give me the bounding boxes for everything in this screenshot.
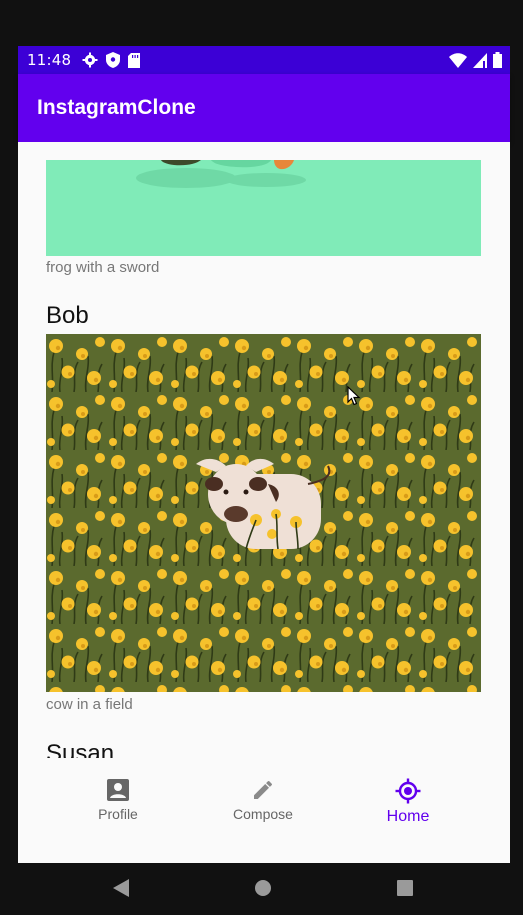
nav-home[interactable]: Home xyxy=(348,778,468,826)
settings-icon xyxy=(82,52,98,68)
gps-target-icon xyxy=(395,778,421,804)
post-caption: frog with a sword xyxy=(46,259,160,276)
nav-compose-label: Compose xyxy=(233,806,293,822)
battery-icon xyxy=(493,52,502,68)
nav-profile[interactable]: Profile xyxy=(58,778,178,822)
signal-icon xyxy=(473,52,487,68)
nav-compose[interactable]: Compose xyxy=(203,778,323,822)
nav-home-label: Home xyxy=(386,808,430,825)
status-time: 11:48 xyxy=(27,51,72,69)
post-caption: cow in a field xyxy=(46,696,133,713)
sd-card-icon xyxy=(128,52,140,68)
nav-profile-label: Profile xyxy=(98,806,138,822)
system-navigation-bar xyxy=(0,863,523,915)
home-circle-icon[interactable] xyxy=(254,878,272,898)
post-username[interactable]: Susan xyxy=(46,740,114,758)
device-frame: 11:48 InstagramClone frog with a sword B… xyxy=(0,0,523,915)
recents-icon[interactable] xyxy=(396,878,414,898)
wifi-icon xyxy=(449,52,467,68)
app-title: InstagramClone xyxy=(37,96,196,119)
back-icon[interactable] xyxy=(112,878,130,898)
bottom-navigation: Profile Compose Home xyxy=(18,758,510,863)
shield-icon xyxy=(106,52,120,68)
mouse-cursor-icon xyxy=(347,386,361,406)
post-image-cow[interactable] xyxy=(46,334,481,692)
post-username[interactable]: Bob xyxy=(46,302,89,330)
pencil-icon xyxy=(254,781,272,799)
account-box-icon xyxy=(107,779,129,801)
status-bar: 11:48 xyxy=(18,46,510,74)
feed-list[interactable]: frog with a sword Bob cow in a field Sus… xyxy=(18,142,510,758)
post-image-frog[interactable] xyxy=(46,160,481,256)
app-bar: InstagramClone xyxy=(18,74,510,142)
